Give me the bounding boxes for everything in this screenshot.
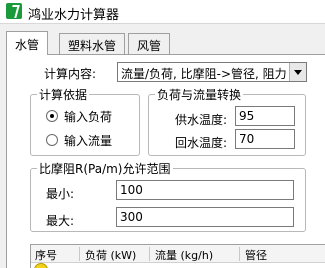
tab-air-duct[interactable]: 风管 [128, 33, 171, 54]
row-status-icon [34, 263, 48, 268]
max-resistance-input[interactable]: 300 [116, 207, 294, 227]
radio-input-load[interactable] [46, 110, 58, 122]
max-label: 最大: [46, 214, 75, 228]
supply-temp-label: 供水温度: [175, 113, 228, 127]
title-bar: 鸿业水力计算器 [0, 0, 325, 24]
calc-content-value: 流量/负荷, 比摩阻->管径, 阻力 [121, 67, 287, 81]
conversion-group-title: 负荷与流量转换 [155, 86, 244, 103]
tab-water-pipe[interactable]: 水管 [6, 31, 49, 55]
column-divider [239, 247, 240, 261]
column-divider [149, 247, 150, 261]
radio-input-flow-label[interactable]: 输入流量 [64, 132, 112, 149]
app-logo-icon [6, 3, 22, 19]
range-group-title: 比摩阻R(Pa/m)允许范围 [37, 160, 173, 177]
column-divider [79, 247, 80, 261]
results-table[interactable]: 序号 负荷 (kW) 流量 (kg/h) 管径 [30, 244, 325, 268]
column-header-diameter[interactable]: 管径 [245, 247, 267, 263]
column-header-load[interactable]: 负荷 (kW) [85, 247, 136, 263]
min-label: 最小: [46, 187, 75, 201]
basis-group-title: 计算依据 [37, 86, 90, 103]
return-temp-input[interactable]: 70 [235, 129, 295, 149]
window-title: 鸿业水力计算器 [28, 8, 120, 23]
tab-plastic-pipe[interactable]: 塑料水管 [59, 33, 126, 54]
radio-input-load-label[interactable]: 输入负荷 [64, 108, 112, 125]
chevron-down-icon[interactable] [289, 63, 306, 81]
supply-temp-input[interactable]: 95 [235, 106, 295, 126]
column-header-flow[interactable]: 流量 (kg/h) [155, 247, 213, 263]
return-temp-label: 回水温度: [175, 136, 228, 150]
min-resistance-input[interactable]: 100 [116, 180, 294, 200]
calc-content-select[interactable]: 流量/负荷, 比摩阻->管径, 阻力 [117, 62, 307, 82]
results-table-header: 序号 负荷 (kW) 流量 (kg/h) 管径 [31, 245, 325, 263]
calc-content-label: 计算内容: [44, 67, 97, 81]
column-header-index[interactable]: 序号 [35, 247, 57, 263]
radio-input-flow[interactable] [46, 134, 58, 146]
